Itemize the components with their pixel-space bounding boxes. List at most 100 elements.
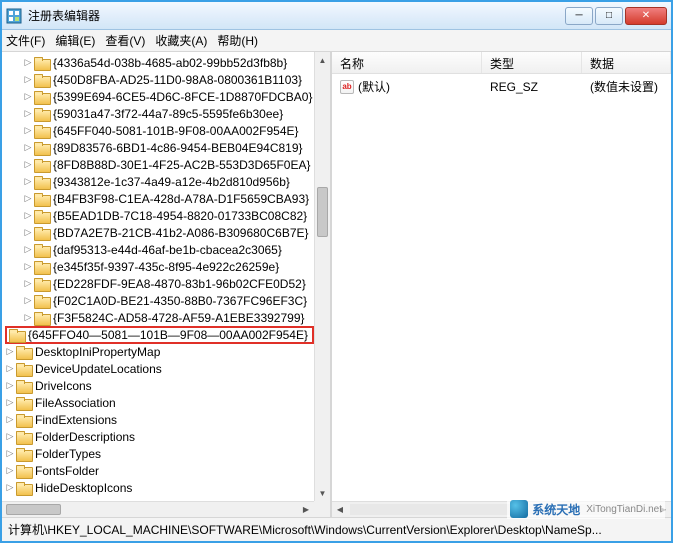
tree-item[interactable]: ▷{450D8FBA-AD25-11D0-98A8-0800361B1103} <box>4 71 314 88</box>
tree-item[interactable]: ▷FolderTypes <box>4 445 314 462</box>
folder-icon <box>16 346 31 358</box>
status-path: 计算机\HKEY_LOCAL_MACHINE\SOFTWARE\Microsof… <box>8 521 602 538</box>
column-name[interactable]: 名称 <box>332 52 482 73</box>
menu-favorites[interactable]: 收藏夹(A) <box>155 32 207 49</box>
tree-item[interactable]: ▷ {daf95313-e44d-46af-be1b-cbacea2c3065} <box>4 241 314 258</box>
folder-icon <box>34 193 49 205</box>
tree-item[interactable]: ▷FolderDescriptions <box>4 428 314 445</box>
tree-item[interactable]: ▷DeviceUpdateLocations <box>4 360 314 377</box>
scroll-up-icon[interactable]: ▲ <box>315 52 330 68</box>
column-data[interactable]: 数据 <box>582 52 671 73</box>
folder-icon <box>34 312 49 324</box>
registry-tree[interactable]: ▷{4336a54d-038b-4685-ab02-99bb52d3fb8b}▷… <box>2 52 314 498</box>
folder-icon <box>16 465 31 477</box>
tree-item-label: {5399E694-6CE5-4D6C-8FCE-1D8870FDCBA0} <box>53 90 312 104</box>
tree-expander-icon[interactable]: ▷ <box>4 465 16 476</box>
tree-item[interactable]: ▷HideDesktopIcons <box>4 479 314 496</box>
tree-expander-icon[interactable]: ▷ <box>22 176 34 187</box>
tree-expander-icon[interactable]: ▷ <box>22 159 34 170</box>
tree-item[interactable]: ▷FindExtensions <box>4 411 314 428</box>
folder-icon <box>16 397 31 409</box>
tree-item-label: {B4FB3F98-C1EA-428d-A78A-D1F5659CBA93} <box>53 192 309 206</box>
watermark-text-cn: 系统天地 <box>532 501 580 518</box>
close-button[interactable]: ✕ <box>625 7 667 25</box>
tree-item[interactable]: ▷DriveIcons <box>4 377 314 394</box>
tree-item[interactable]: ▷{F02C1A0D-BE21-4350-88B0-7367FC96EF3C} <box>4 292 314 309</box>
scroll-right-icon[interactable]: ▶ <box>298 502 314 517</box>
tree-expander-icon[interactable]: ▷ <box>22 193 34 204</box>
tree-item[interactable]: ▷{9343812e-1c37-4a49-a12e-4b2d810d956b} <box>4 173 314 190</box>
tree-expander-icon[interactable]: ▷ <box>4 363 16 374</box>
tree-expander-icon[interactable]: ▷ <box>4 414 16 425</box>
tree-expander-icon[interactable]: ▷ <box>22 261 34 272</box>
tree-item[interactable]: {645FFO40—5081—101B—9F08—00AA002F954E} <box>4 326 314 343</box>
folder-icon <box>34 142 49 154</box>
list-body[interactable]: ab(默认)REG_SZ(数值未设置) <box>332 74 671 99</box>
tree-expander-icon[interactable]: ▷ <box>4 346 16 357</box>
menu-file[interactable]: 文件(F) <box>6 32 45 49</box>
tree-item[interactable]: ▷{e345f35f-9397-435c-8f95-4e922c26259e} <box>4 258 314 275</box>
scroll-left-icon[interactable]: ◀ <box>332 502 348 517</box>
tree-item[interactable]: ▷ {F3F5824C-AD58-4728-AF59-A1EBE3392799} <box>4 309 314 326</box>
tree-item-label: FontsFolder <box>35 464 99 478</box>
menu-help[interactable]: 帮助(H) <box>217 32 258 49</box>
tree-item[interactable]: ▷{645FF040-5081-101B-9F08-00AA002F954E} <box>4 122 314 139</box>
tree-item[interactable]: ▷ {B4FB3F98-C1EA-428d-A78A-D1F5659CBA93} <box>4 190 314 207</box>
column-type[interactable]: 类型 <box>482 52 582 73</box>
tree-item[interactable]: ▷ {8FD8B88D-30E1-4F25-AC2B-553D3D65F0EA} <box>4 156 314 173</box>
tree-expander-icon[interactable]: ▷ <box>22 57 34 68</box>
menu-edit[interactable]: 编辑(E) <box>55 32 95 49</box>
scroll-thumb-vertical[interactable] <box>317 187 328 237</box>
tree-expander-icon[interactable]: ▷ <box>22 244 34 255</box>
watermark-text-en: XiTongTianDi.net <box>586 504 662 515</box>
folder-icon <box>34 278 49 290</box>
titlebar: 注册表编辑器 ─ □ ✕ <box>2 2 671 30</box>
folder-icon <box>34 244 49 256</box>
tree-expander-icon[interactable]: ▷ <box>22 278 34 289</box>
tree-item[interactable]: ▷ FontsFolder <box>4 462 314 479</box>
tree-scrollbar-horizontal[interactable]: ◀ ▶ <box>2 501 314 517</box>
tree-expander-icon[interactable]: ▷ <box>22 142 34 153</box>
tree-item[interactable]: ▷{89D83576-6BD1-4c86-9454-BEB04E94C819} <box>4 139 314 156</box>
tree-item[interactable]: ▷{ED228FDF-9EA8-4870-83b1-96b02CFE0D52} <box>4 275 314 292</box>
tree-item-label: {59031a47-3f72-44a7-89c5-5595fe6b30ee} <box>53 107 283 121</box>
tree-expander-icon[interactable]: ▷ <box>22 91 34 102</box>
scroll-thumb-horizontal[interactable] <box>6 504 61 515</box>
tree-item[interactable]: ▷FileAssociation <box>4 394 314 411</box>
tree-expander-icon[interactable]: ▷ <box>4 431 16 442</box>
tree-expander-icon[interactable]: ▷ <box>4 448 16 459</box>
list-row[interactable]: ab(默认)REG_SZ(数值未设置) <box>332 74 671 99</box>
scroll-down-icon[interactable]: ▼ <box>315 485 330 501</box>
tree-item[interactable]: ▷{4336a54d-038b-4685-ab02-99bb52d3fb8b} <box>4 54 314 71</box>
tree-item-label: {F3F5824C-AD58-4728-AF59-A1EBE3392799} <box>53 311 305 325</box>
tree-item[interactable]: ▷ {5399E694-6CE5-4D6C-8FCE-1D8870FDCBA0} <box>4 88 314 105</box>
tree-expander-icon[interactable]: ▷ <box>4 380 16 391</box>
tree-expander-icon[interactable]: ▷ <box>22 227 34 238</box>
tree-item[interactable]: ▷{B5EAD1DB-7C18-4954-8820-01733BC08C82} <box>4 207 314 224</box>
tree-item[interactable]: ▷{BD7A2E7B-21CB-41b2-A086-B309680C6B7E} <box>4 224 314 241</box>
tree-expander-icon[interactable]: ▷ <box>4 482 16 493</box>
tree-expander-icon[interactable]: ▷ <box>22 125 34 136</box>
folder-icon <box>34 91 49 103</box>
tree-expander-icon[interactable]: ▷ <box>4 397 16 408</box>
tree-expander-icon[interactable]: ▷ <box>22 108 34 119</box>
folder-icon <box>16 414 31 426</box>
list-header: 名称 类型 数据 <box>332 52 671 74</box>
tree-item-label: {daf95313-e44d-46af-be1b-cbacea2c3065} <box>53 243 282 257</box>
folder-icon <box>9 329 24 341</box>
menu-view[interactable]: 查看(V) <box>105 32 145 49</box>
folder-icon <box>16 380 31 392</box>
minimize-button[interactable]: ─ <box>565 7 593 25</box>
folder-icon <box>34 74 49 86</box>
tree-expander-icon[interactable]: ▷ <box>22 312 34 323</box>
tree-item[interactable]: ▷DesktopIniPropertyMap <box>4 343 314 360</box>
tree-expander-icon[interactable]: ▷ <box>22 295 34 306</box>
tree-item[interactable]: ▷ {59031a47-3f72-44a7-89c5-5595fe6b30ee} <box>4 105 314 122</box>
regedit-icon <box>6 8 22 24</box>
tree-expander-icon[interactable]: ▷ <box>22 74 34 85</box>
tree-item-label: {8FD8B88D-30E1-4F25-AC2B-553D3D65F0EA} <box>53 158 310 172</box>
tree-expander-icon[interactable]: ▷ <box>22 210 34 221</box>
tree-scroll: ▷{4336a54d-038b-4685-ab02-99bb52d3fb8b}▷… <box>2 52 314 501</box>
maximize-button[interactable]: □ <box>595 7 623 25</box>
tree-scrollbar-vertical[interactable]: ▲ ▼ <box>314 52 330 501</box>
